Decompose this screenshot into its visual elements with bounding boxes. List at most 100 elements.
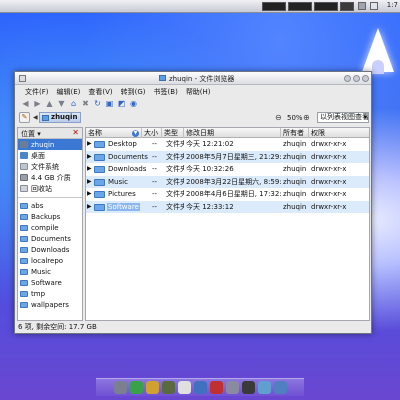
- menu-help[interactable]: 帮助(H): [182, 86, 215, 97]
- column-owner[interactable]: 所有者: [281, 128, 309, 138]
- file-perm: drwxr-xr-x: [311, 190, 347, 198]
- sort-indicator-icon: ▼: [132, 130, 139, 137]
- sidebar-folder-compile[interactable]: compile: [18, 222, 82, 233]
- table-row[interactable]: ▶ Documents -- 文件夹 2008年5月7日星期三, 21:29:5…: [86, 150, 369, 164]
- zoom-in-icon[interactable]: ⊕: [303, 113, 310, 122]
- forward-icon[interactable]: ▶: [33, 99, 42, 108]
- column-date[interactable]: 修改日期: [184, 128, 281, 138]
- breadcrumb-home[interactable]: zhuqin: [39, 112, 82, 123]
- menu-go[interactable]: 转到(G): [117, 86, 150, 97]
- column-label: 类型: [164, 129, 178, 137]
- file-type: 文件夹: [166, 190, 184, 198]
- zoom-out-icon[interactable]: ⊖: [275, 113, 282, 122]
- divider: [18, 194, 82, 198]
- home-icon[interactable]: ⌂: [69, 99, 78, 108]
- window-menu-icon[interactable]: [19, 75, 26, 82]
- search-icon[interactable]: ◉: [129, 99, 138, 108]
- settings-icon[interactable]: [225, 381, 239, 394]
- table-row[interactable]: ▶ Software -- 文件夹 今天 12:33:12 zhuqin drw…: [86, 200, 369, 214]
- editor-icon[interactable]: [161, 381, 175, 394]
- clock[interactable]: 1:7: [387, 1, 398, 9]
- sidebar-folder-backups[interactable]: Backups: [18, 211, 82, 222]
- menu-file[interactable]: 文件(F): [21, 86, 53, 97]
- back-icon[interactable]: ◀: [21, 99, 30, 108]
- file-date: 今天 12:33:12: [186, 202, 234, 211]
- sidebar-folder-localrepo[interactable]: localrepo: [18, 255, 82, 266]
- image-viewer-icon[interactable]: [257, 381, 271, 394]
- file-name-text: Downloads: [108, 165, 147, 173]
- file-date: 2008年5月7日星期三, 21:29:54: [186, 152, 281, 161]
- sidebar-folder-downloads[interactable]: Downloads: [18, 244, 82, 255]
- file-manager-icon[interactable]: [129, 381, 143, 394]
- down-icon[interactable]: ▼: [57, 99, 66, 108]
- sidebar-folder-documents[interactable]: Documents: [18, 233, 82, 244]
- sidebar-folder-wallpapers[interactable]: wallpapers: [18, 299, 82, 310]
- tray-icon[interactable]: [358, 2, 366, 10]
- table-row[interactable]: ▶ Music -- 文件夹 2008年3月22日星期六, 8:59:15 zh…: [86, 175, 369, 189]
- file-size: --: [152, 152, 158, 161]
- place-desktop[interactable]: 桌面: [18, 150, 82, 161]
- table-row[interactable]: ▶ Desktop -- 文件夹 今天 12:21:02 zhuqin drwx…: [86, 138, 369, 151]
- expander-icon[interactable]: ▶: [87, 201, 93, 214]
- close-button[interactable]: [362, 75, 369, 82]
- folder-icon: [20, 202, 28, 209]
- maximize-button[interactable]: [353, 75, 360, 82]
- expander-icon[interactable]: ▶: [87, 138, 93, 151]
- place-filesystem[interactable]: 文件系统: [18, 161, 82, 172]
- place-home[interactable]: zhuqin: [18, 139, 82, 150]
- music-icon[interactable]: [241, 381, 255, 394]
- reload-icon[interactable]: ↻: [93, 99, 102, 108]
- folder-icon: [20, 257, 28, 264]
- file-perm: drwxr-xr-x: [311, 177, 347, 186]
- network-icon[interactable]: ◩: [117, 99, 126, 108]
- file-type: 文件夹: [166, 165, 184, 173]
- column-name[interactable]: 名称 ▼: [86, 128, 142, 138]
- computer-icon[interactable]: ▣: [105, 99, 114, 108]
- arch-logo-notch: [372, 60, 384, 74]
- table-row[interactable]: ▶ Pictures -- 文件夹 2008年4月6日星期日, 17:32:32…: [86, 188, 369, 201]
- sidebar-folder-software[interactable]: Software: [18, 277, 82, 288]
- side-pane-header[interactable]: 位置 ▾ ✕: [18, 128, 82, 139]
- file-perm: drwxr-xr-x: [311, 202, 347, 211]
- minimize-button[interactable]: [344, 75, 351, 82]
- expander-icon[interactable]: ▶: [87, 176, 93, 189]
- place-drive[interactable]: 4.4 GB 介质: [18, 172, 82, 183]
- folder-icon: [94, 178, 105, 186]
- file-size: --: [152, 190, 158, 198]
- close-icon[interactable]: ✕: [72, 128, 79, 137]
- menu-view[interactable]: 查看(V): [84, 86, 116, 97]
- edit-location-icon[interactable]: ✎: [19, 112, 30, 123]
- breadcrumb-label: zhuqin: [51, 113, 78, 121]
- expander-icon[interactable]: ▶: [87, 163, 93, 176]
- table-row[interactable]: ▶ Downloads -- 文件夹 今天 10:32:26 zhuqin dr…: [86, 163, 369, 176]
- crumb-left-arrow-icon[interactable]: ◀: [33, 114, 38, 121]
- menu-bookmarks[interactable]: 书签(B): [150, 86, 182, 97]
- column-permissions[interactable]: 权限: [309, 128, 369, 138]
- sidebar-folder-music[interactable]: Music: [18, 266, 82, 277]
- side-pane-title: 位置: [21, 130, 35, 138]
- sidebar-folder-abs[interactable]: abs: [18, 200, 82, 211]
- menu-edit[interactable]: 编辑(E): [53, 86, 85, 97]
- mail-icon[interactable]: [273, 381, 287, 394]
- titlebar[interactable]: zhuqin - 文件浏览器: [15, 72, 371, 85]
- archive-icon[interactable]: [145, 381, 159, 394]
- workspace-switcher[interactable]: [340, 2, 354, 11]
- expander-icon[interactable]: ▶: [87, 188, 93, 201]
- side-pane: 位置 ▾ ✕ zhuqin 桌面 文件系统 4.4 GB 介质 回收站 abs …: [17, 127, 83, 321]
- expander-icon[interactable]: ▶: [87, 151, 93, 164]
- volume-icon[interactable]: [370, 2, 378, 10]
- column-size[interactable]: 大小: [142, 128, 162, 138]
- terminal-icon[interactable]: [113, 381, 127, 394]
- file-date: 今天 10:32:26: [186, 165, 234, 173]
- view-mode-select[interactable]: 以列表视图查看 ▾: [317, 112, 369, 123]
- column-type[interactable]: 类型: [162, 128, 184, 138]
- sidebar-folder-tmp[interactable]: tmp: [18, 288, 82, 299]
- document-icon[interactable]: [177, 381, 191, 394]
- browser-icon[interactable]: [193, 381, 207, 394]
- up-icon[interactable]: ▲: [45, 99, 54, 108]
- place-trash[interactable]: 回收站: [18, 183, 82, 194]
- media-player-icon[interactable]: [209, 381, 223, 394]
- file-name: Music: [107, 176, 157, 189]
- stop-icon[interactable]: ✖: [81, 99, 90, 108]
- file-date: 2008年3月22日星期六, 8:59:15: [186, 177, 281, 186]
